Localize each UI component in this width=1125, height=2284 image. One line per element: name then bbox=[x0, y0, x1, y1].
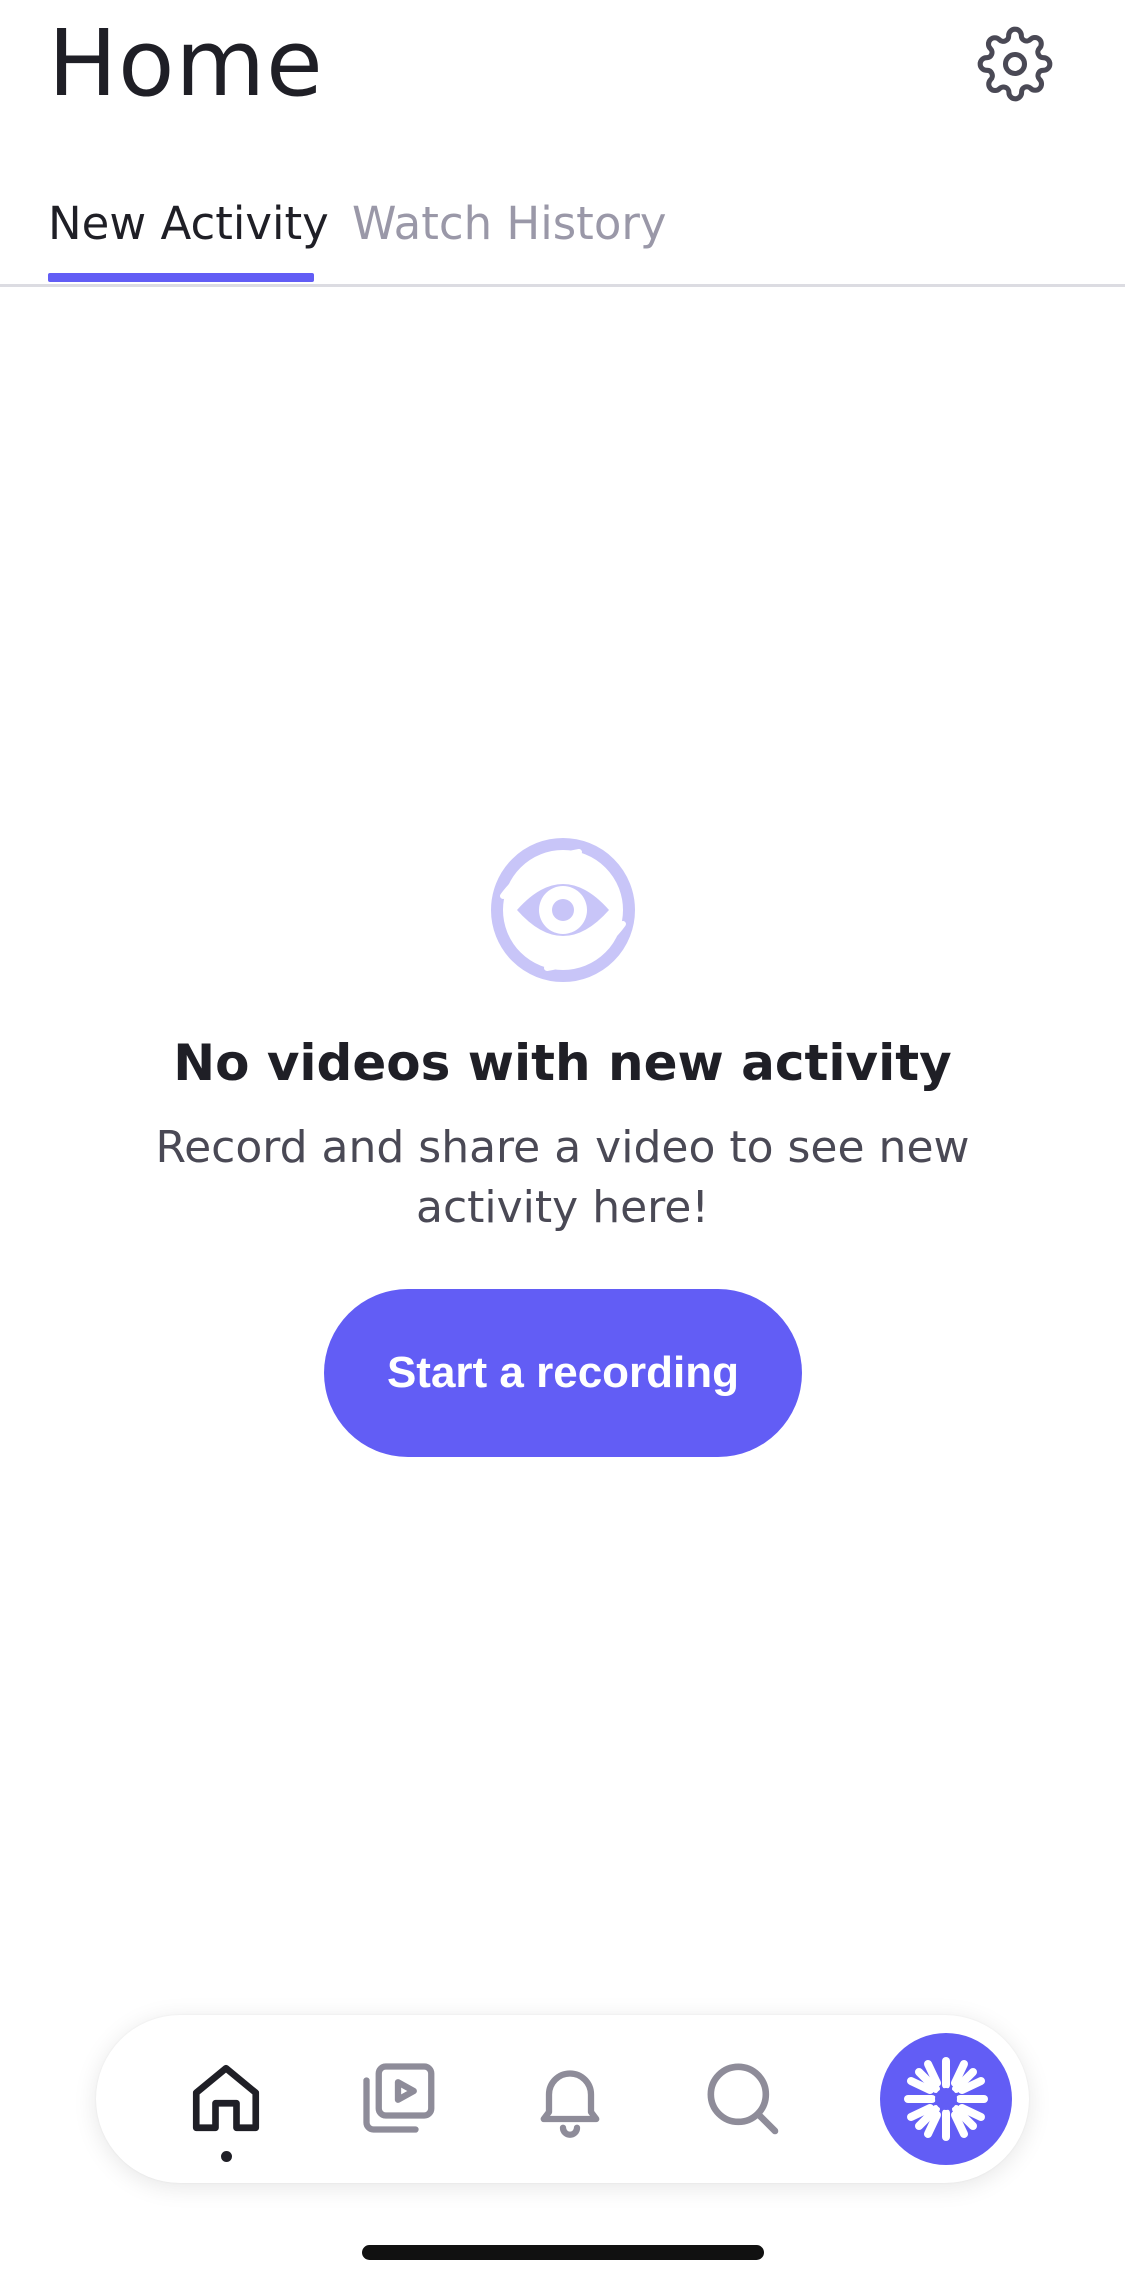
active-nav-dot bbox=[221, 2151, 232, 2162]
empty-state-title: No videos with new activity bbox=[173, 1034, 952, 1092]
gear-icon bbox=[977, 26, 1053, 102]
settings-button[interactable] bbox=[975, 24, 1055, 104]
nav-home[interactable] bbox=[176, 2048, 276, 2148]
bell-icon bbox=[540, 2070, 600, 2138]
nav-search[interactable] bbox=[692, 2048, 792, 2148]
home-indicator bbox=[362, 2245, 764, 2260]
nav-library[interactable] bbox=[348, 2048, 448, 2148]
eye-icon bbox=[489, 836, 637, 984]
home-icon bbox=[192, 2064, 260, 2132]
active-tab-indicator bbox=[48, 273, 314, 282]
tab-bar: New Activity Watch History bbox=[0, 186, 1125, 287]
search-icon bbox=[707, 2063, 779, 2135]
loom-record-icon bbox=[904, 2057, 988, 2141]
nav-notifications[interactable] bbox=[520, 2048, 620, 2148]
start-recording-button[interactable]: Start a recording bbox=[324, 1289, 802, 1457]
page-title: Home bbox=[48, 10, 324, 117]
empty-state-description: Record and share a video to see new acti… bbox=[155, 1122, 970, 1233]
tab-new-activity[interactable]: New Activity bbox=[48, 194, 329, 254]
video-library-icon bbox=[363, 2063, 435, 2133]
tab-watch-history[interactable]: Watch History bbox=[352, 194, 667, 254]
record-button[interactable] bbox=[880, 2033, 1012, 2165]
